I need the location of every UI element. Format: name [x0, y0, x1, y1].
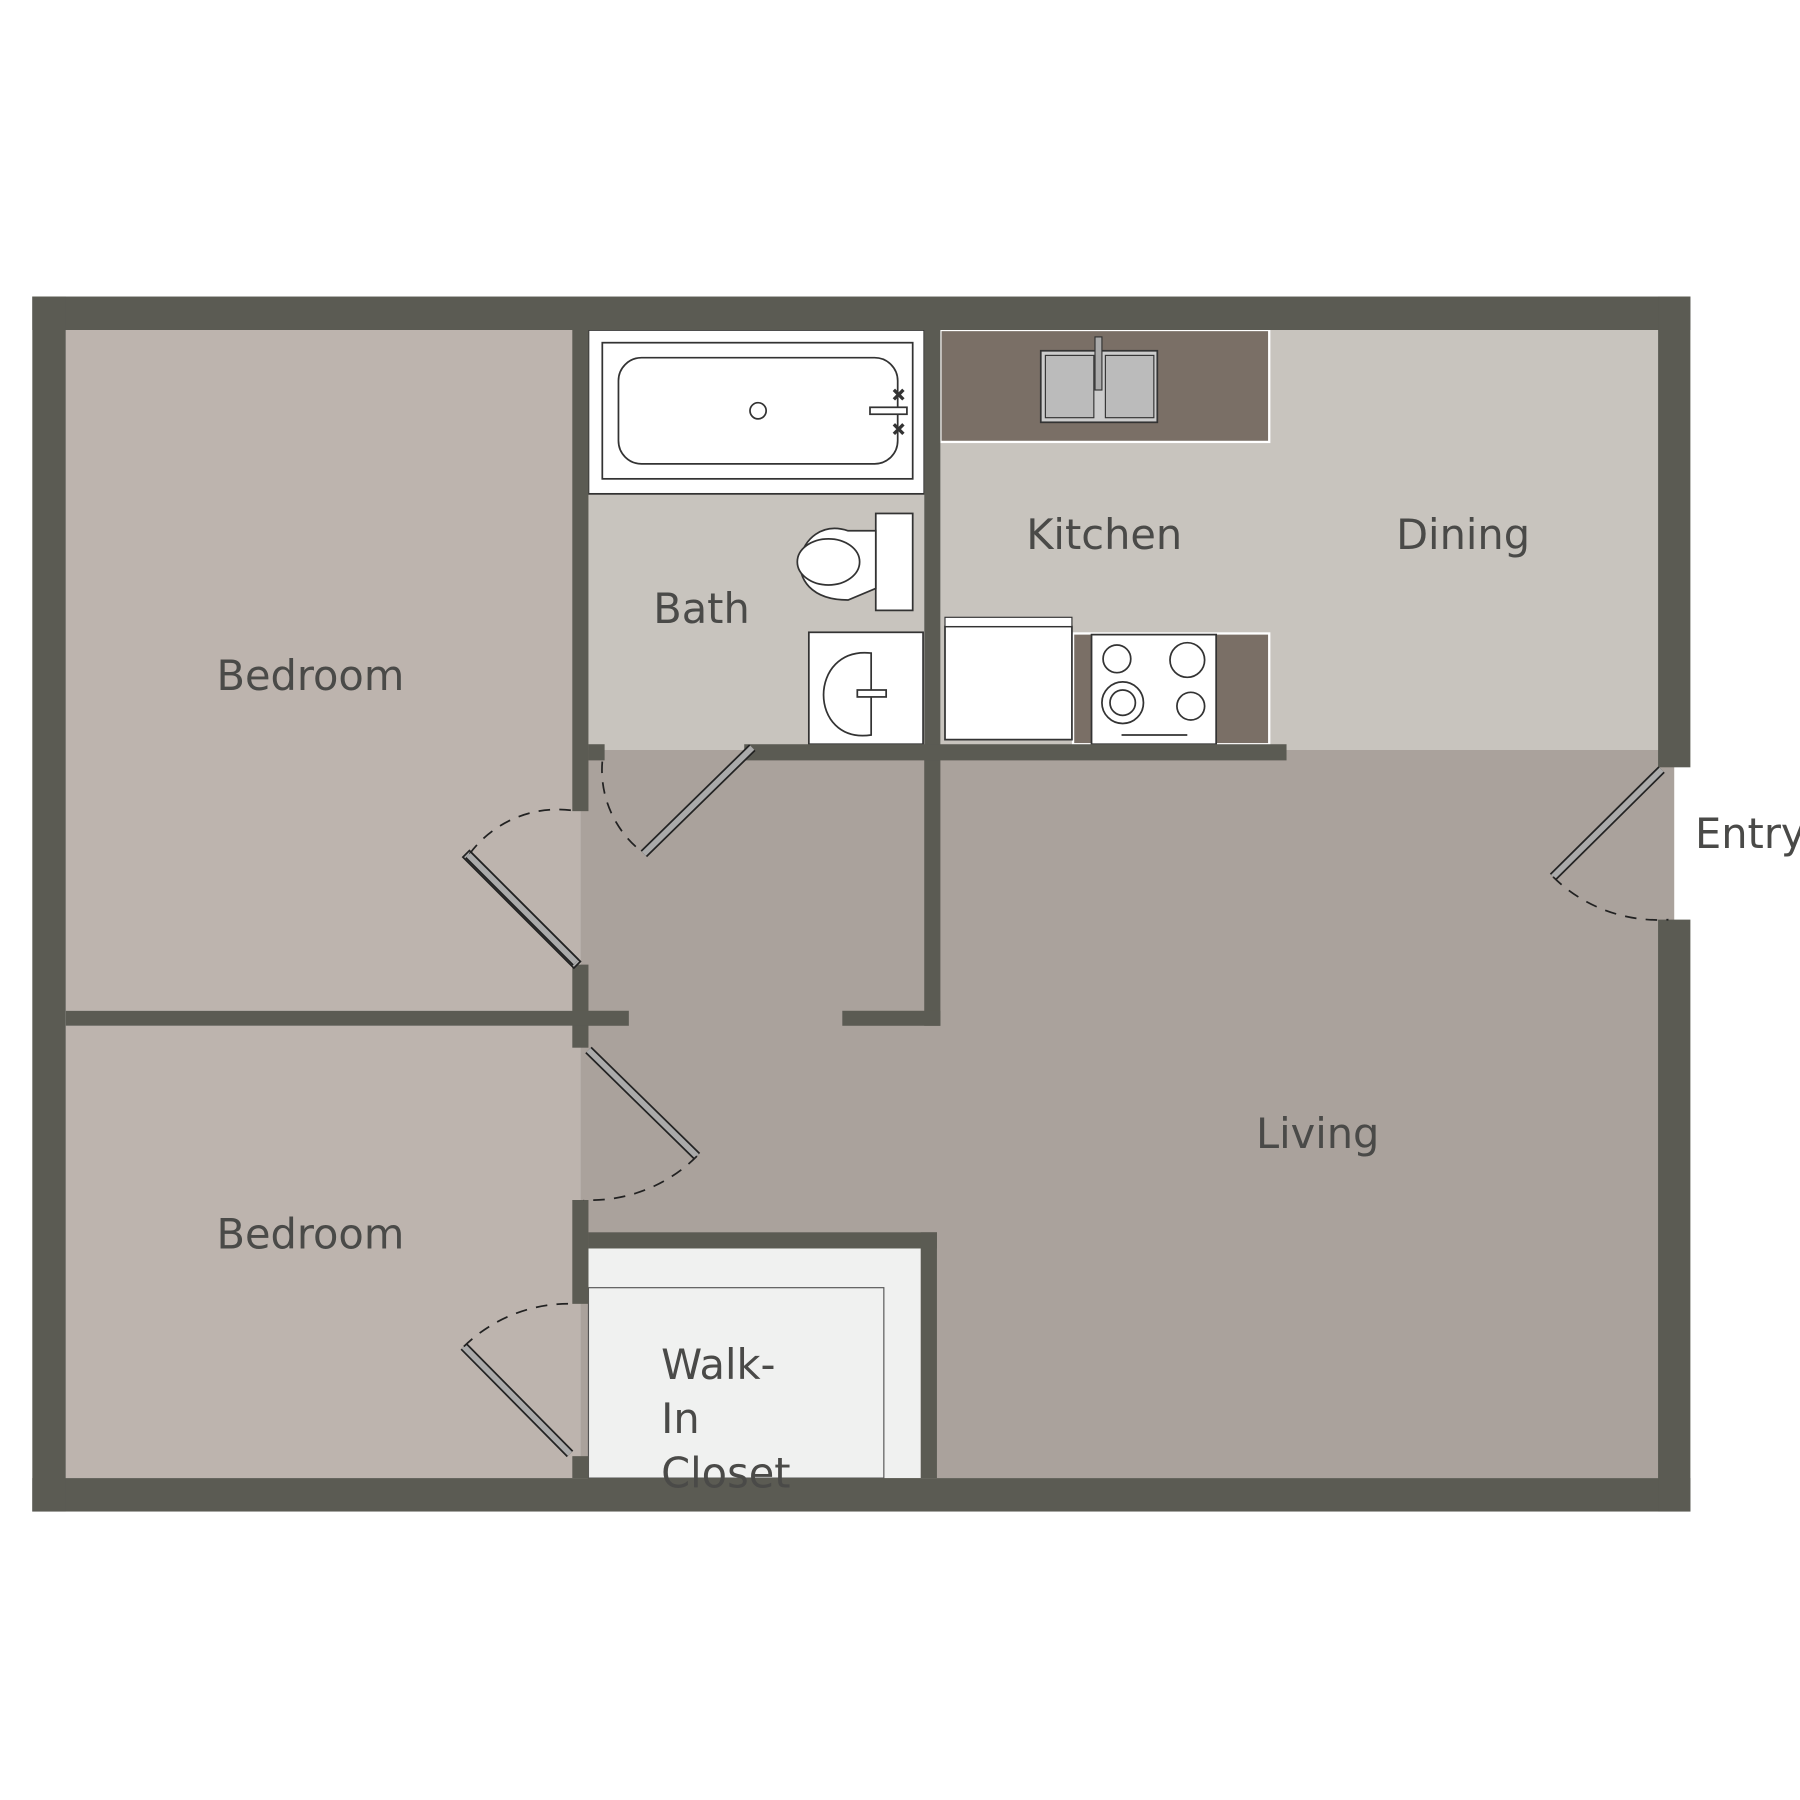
room-label-kitchen: Kitchen: [1026, 510, 1182, 559]
bathroom-sink-icon: [807, 631, 924, 746]
refrigerator-icon: [944, 616, 1073, 741]
floor-plan: ✕ ✕ Bedroom Bedroom Bath Kitchen Dining …: [32, 296, 1800, 1512]
svg-text:✕: ✕: [892, 420, 906, 439]
room-label-dining: Dining: [1396, 510, 1530, 559]
svg-text:✕: ✕: [892, 385, 906, 404]
room-label-living: Living: [1256, 1109, 1379, 1158]
room-label-closet-1: Walk-: [661, 1340, 775, 1389]
room-label-closet-2: In: [661, 1394, 700, 1443]
room-label-bedroom-2: Bedroom: [216, 1209, 404, 1258]
room-label-bath: Bath: [653, 584, 750, 633]
room-label-bedroom-1: Bedroom: [216, 651, 404, 700]
bathtub-icon: ✕ ✕: [587, 329, 926, 495]
room-label-entry: Entry: [1695, 809, 1800, 858]
room-label-closet-3: Closet: [661, 1448, 790, 1497]
stove-icon: [1090, 633, 1218, 746]
